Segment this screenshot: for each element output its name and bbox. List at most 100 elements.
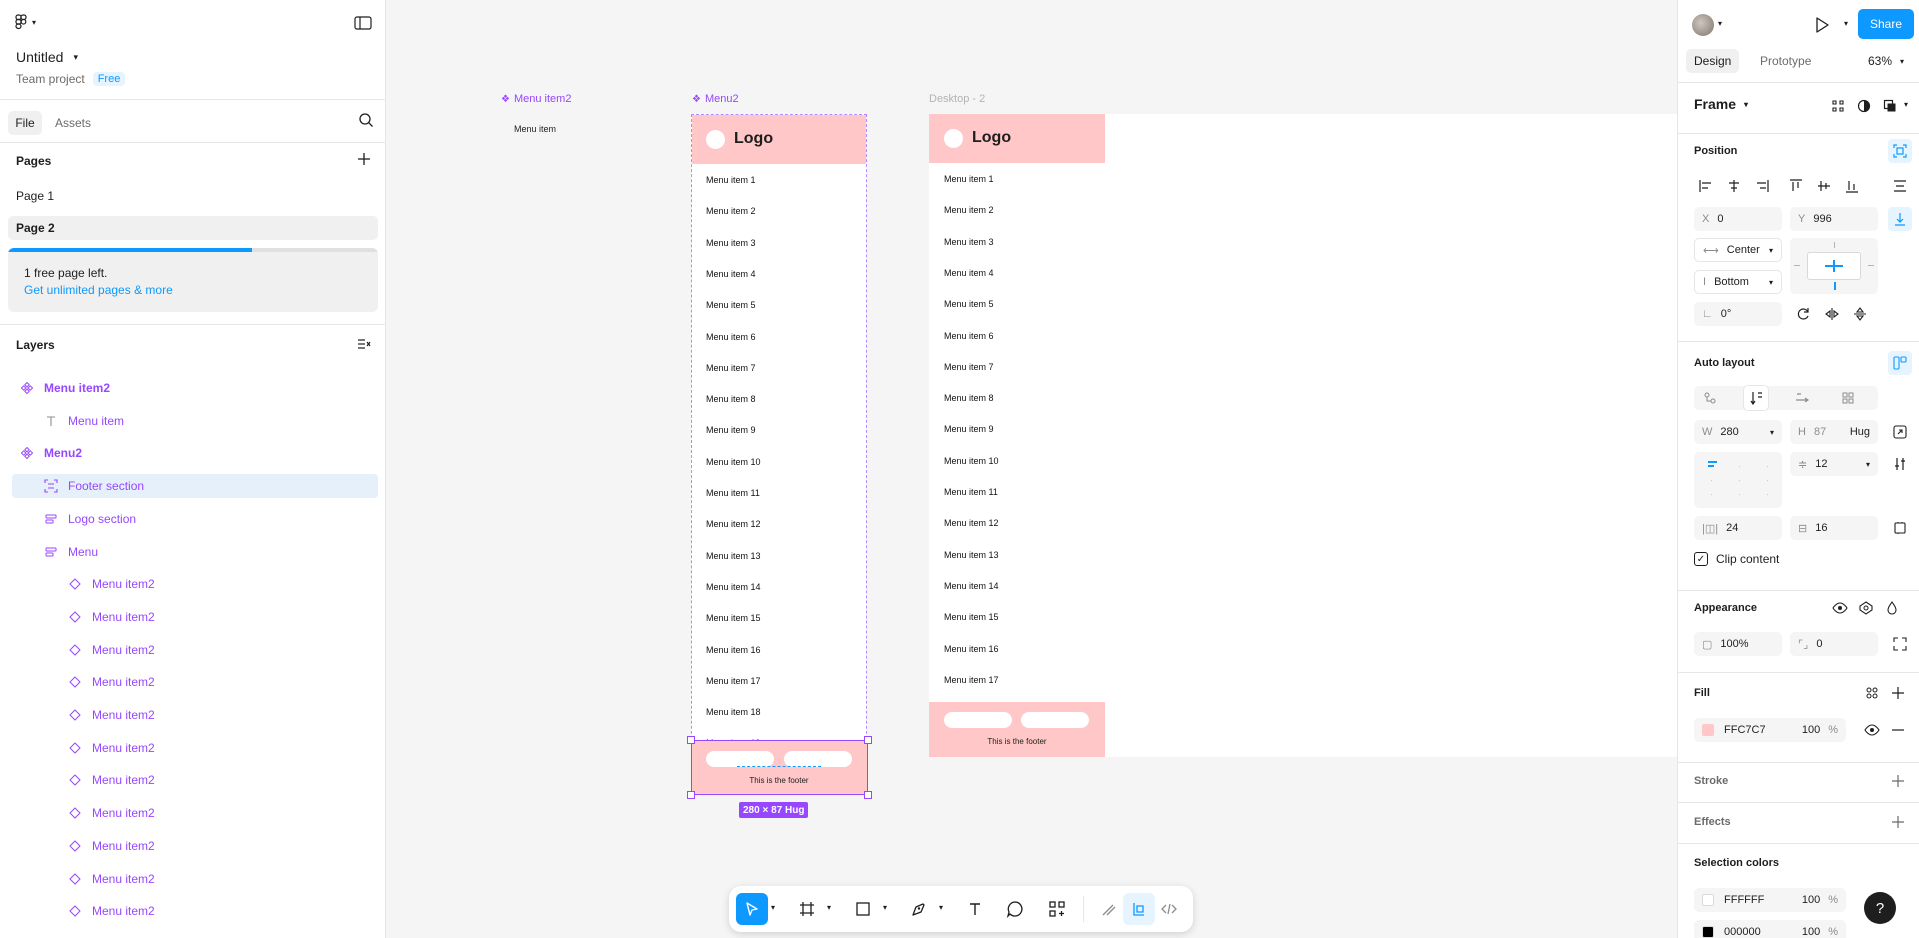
layer-row[interactable]: Menu item2 bbox=[12, 703, 378, 727]
menu-item[interactable]: Menu item 3 bbox=[706, 238, 756, 248]
layer-row[interactable]: Menu item2 bbox=[12, 736, 378, 760]
layer-row[interactable]: Menu item2 bbox=[12, 899, 378, 923]
vertical-constraint-select[interactable]: I Bottom ▾ bbox=[1694, 270, 1782, 294]
main-menu-button[interactable]: ▾ bbox=[14, 14, 36, 30]
page-item-1[interactable]: Page 1 bbox=[8, 184, 378, 208]
menu-item[interactable]: Menu item 13 bbox=[706, 551, 761, 561]
project-title[interactable]: Untitled ▾ bbox=[16, 49, 78, 65]
search-button[interactable] bbox=[358, 112, 374, 131]
chevron-down-icon[interactable]: ▾ bbox=[883, 903, 887, 912]
menu-item[interactable]: Menu item 7 bbox=[944, 362, 994, 372]
direction-vertical-button[interactable] bbox=[1744, 386, 1768, 410]
direction-horizontal-button[interactable] bbox=[1790, 386, 1814, 410]
distribute-button[interactable] bbox=[1888, 174, 1912, 198]
constraint-bottom-line[interactable] bbox=[1834, 282, 1836, 290]
flip-vertical-button[interactable] bbox=[1848, 302, 1872, 326]
color-swatch[interactable] bbox=[1702, 926, 1714, 938]
component-set-button[interactable] bbox=[1826, 94, 1850, 118]
present-button[interactable] bbox=[1814, 16, 1830, 37]
menu-item[interactable]: Menu item 4 bbox=[944, 268, 994, 278]
padding-vertical-field[interactable]: ⊟ 16 bbox=[1790, 516, 1878, 540]
layer-row[interactable]: Menu item2 bbox=[12, 801, 378, 825]
rotation-field[interactable]: ∟ 0° bbox=[1694, 302, 1782, 326]
menu-item[interactable]: Menu item 7 bbox=[706, 363, 756, 373]
layer-row[interactable]: Menu item bbox=[12, 409, 378, 433]
menu-item[interactable]: Menu item 8 bbox=[944, 393, 994, 403]
resize-handle[interactable] bbox=[687, 736, 695, 744]
align-bottom-button[interactable] bbox=[1840, 174, 1864, 198]
menu-item[interactable]: Menu item 5 bbox=[944, 299, 994, 309]
tab-design[interactable]: Design bbox=[1686, 49, 1740, 73]
chevron-down-icon[interactable]: ▾ bbox=[939, 903, 943, 912]
menu-item[interactable]: Menu item 14 bbox=[944, 581, 999, 591]
resize-handle[interactable] bbox=[687, 791, 695, 799]
desktop-frame-label[interactable]: Desktop - 2 bbox=[929, 93, 985, 105]
height-field[interactable]: H 87 Hug bbox=[1790, 420, 1878, 444]
logo-section[interactable]: Logo bbox=[929, 114, 1105, 163]
chevron-down-icon[interactable]: ▾ bbox=[827, 903, 831, 912]
footer-pill-button[interactable] bbox=[944, 712, 1012, 728]
menu-item[interactable]: Menu item 9 bbox=[706, 425, 756, 435]
menu2-frame-label[interactable]: ❖ Menu2 bbox=[692, 93, 739, 105]
menu-item[interactable]: Menu item 18 bbox=[706, 707, 761, 717]
boolean-button[interactable] bbox=[1878, 94, 1902, 118]
menu2-frame[interactable]: Logo Menu item 1 Menu item 2 Menu item 3 Me… bbox=[691, 114, 867, 794]
layer-row[interactable]: Menu bbox=[12, 540, 378, 564]
footer-pill-button[interactable] bbox=[1021, 712, 1089, 728]
menu-item[interactable]: Menu item 1 bbox=[706, 175, 756, 185]
layer-row[interactable]: Menu item2 bbox=[12, 932, 378, 938]
menu-item[interactable]: Menu item 6 bbox=[706, 332, 756, 342]
menu-item[interactable]: Menu item 8 bbox=[706, 394, 756, 404]
color-swatch[interactable] bbox=[1702, 894, 1714, 906]
gap-field[interactable]: ≑ 12 ▾ bbox=[1790, 452, 1878, 476]
layer-row[interactable]: Footer section bbox=[12, 474, 378, 498]
menu-item[interactable]: Menu item 16 bbox=[706, 645, 761, 655]
footer-section[interactable]: This is the footer bbox=[691, 740, 868, 795]
horizontal-constraint-select[interactable]: ⟷ Center ▾ bbox=[1694, 238, 1782, 262]
footer-pill-button[interactable] bbox=[706, 751, 774, 767]
menu-item[interactable]: Menu item 17 bbox=[944, 675, 999, 685]
layer-row[interactable]: Menu item2 bbox=[12, 867, 378, 891]
layer-row[interactable]: Menu item2 bbox=[12, 376, 378, 400]
component-menu-item-text[interactable]: Menu item bbox=[514, 124, 556, 134]
width-field[interactable]: W 280 ▾ bbox=[1694, 420, 1782, 444]
constraints-widget[interactable] bbox=[1790, 238, 1878, 294]
canvas[interactable]: ❖ Menu item2 Menu item ❖ Menu2 Logo Menu… bbox=[387, 0, 1677, 938]
menu-item[interactable]: Menu item 11 bbox=[706, 488, 760, 498]
footer-pill-button[interactable] bbox=[784, 751, 852, 767]
design-mode-button[interactable] bbox=[1123, 893, 1155, 925]
fill-color-field[interactable]: FFC7C7 100 % bbox=[1694, 718, 1846, 742]
direction-wrap-button[interactable] bbox=[1698, 386, 1722, 410]
frame-type-dropdown[interactable]: Frame ▾ bbox=[1694, 96, 1748, 112]
resize-handle[interactable] bbox=[864, 791, 872, 799]
menu-item[interactable]: Menu item 10 bbox=[944, 456, 999, 466]
layers-options-button[interactable] bbox=[357, 338, 371, 353]
toggle-sidebar-button[interactable] bbox=[354, 16, 372, 33]
mask-button[interactable] bbox=[1852, 94, 1876, 118]
flip-horizontal-button[interactable] bbox=[1820, 302, 1844, 326]
menu-item[interactable]: Menu item 5 bbox=[706, 300, 756, 310]
constraint-toggle[interactable] bbox=[1888, 207, 1912, 231]
menu-item[interactable]: Menu item 15 bbox=[944, 612, 999, 622]
menu-item[interactable]: Menu item 13 bbox=[944, 550, 999, 560]
constraint-right-line[interactable] bbox=[1868, 265, 1874, 266]
menu-item[interactable]: Menu item 2 bbox=[706, 206, 756, 216]
layer-row[interactable]: Menu item2 bbox=[12, 670, 378, 694]
constraint-top-line[interactable] bbox=[1834, 242, 1835, 248]
autolayout-settings-button[interactable] bbox=[1888, 452, 1912, 476]
resize-to-fit-button[interactable] bbox=[1888, 420, 1912, 444]
footer-section[interactable]: This is the footer bbox=[929, 702, 1105, 757]
padding-horizontal-field[interactable]: |◫| 24 bbox=[1694, 516, 1782, 540]
autolayout-toggle[interactable] bbox=[1888, 351, 1912, 375]
constraint-center-v-line[interactable] bbox=[1833, 260, 1835, 272]
draw-mode-button[interactable] bbox=[1093, 893, 1125, 925]
actions-tool[interactable] bbox=[1041, 893, 1073, 925]
avatar[interactable] bbox=[1692, 14, 1714, 36]
fill-visibility-button[interactable] bbox=[1860, 718, 1884, 742]
add-page-button[interactable] bbox=[357, 152, 371, 169]
visibility-button[interactable] bbox=[1828, 596, 1852, 620]
layer-row[interactable]: Menu item2 bbox=[12, 605, 378, 629]
menu-item[interactable]: Menu item 2 bbox=[944, 205, 994, 215]
zoom-control[interactable]: 63% ▾ bbox=[1868, 49, 1904, 73]
align-center-h-button[interactable] bbox=[1722, 174, 1746, 198]
